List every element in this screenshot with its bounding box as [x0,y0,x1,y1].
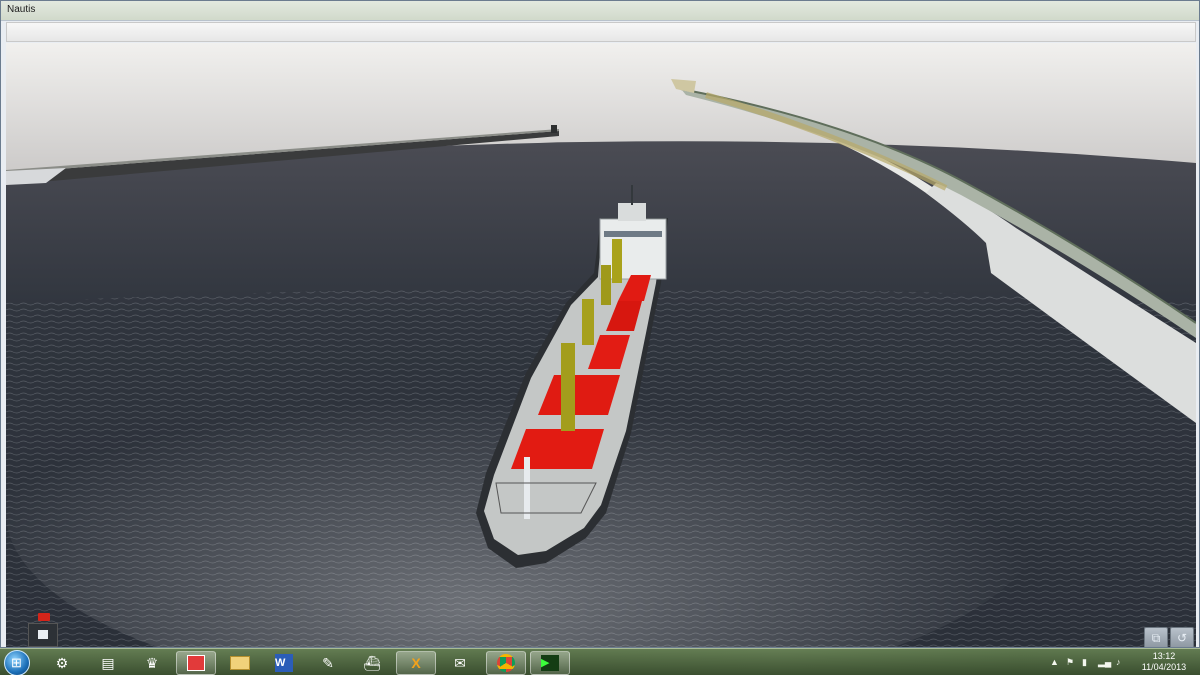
folder-icon[interactable] [220,651,260,675]
hud-left-controls [16,613,246,647]
crane [582,299,594,345]
crane [612,239,622,283]
scene-render [6,43,1196,647]
clock[interactable]: 13:12 11/04/2013 [1134,651,1194,673]
document-icon[interactable]: ▤ [88,651,128,675]
menu-bar [6,22,1196,42]
crane [601,265,611,305]
ship-app-icon[interactable]: ⛴ [352,651,392,675]
x-app-icon[interactable]: X [396,651,436,675]
fore-mast [524,457,530,519]
3d-viewport[interactable]: ⧉ ↺ ▭ ✳ ☺ ▬ ● ➶ ⊘ [6,43,1196,647]
power-icon[interactable]: ▮ [1082,657,1087,668]
clock-time: 13:12 [1152,651,1176,661]
rotate-icon[interactable]: ↺ [1170,627,1194,647]
start-button[interactable]: ⊞ [4,650,30,675]
settings-gear-icon[interactable]: ⚙ [42,651,82,675]
hud-right-toolbar: ⧉ ↺ ▭ ✳ ☺ ▬ ● ➶ ⊘ [1014,627,1196,647]
notepad-icon[interactable]: ✎ [308,651,348,675]
player-icon[interactable]: ▶ [530,651,570,675]
bird-app-icon[interactable]: ✉ [440,651,480,675]
crest-icon[interactable]: ♛ [132,651,172,675]
action-center-icon[interactable]: ⚑ [1066,657,1074,668]
chart-app-icon[interactable] [176,651,216,675]
title-bar[interactable]: Nautis [1,1,1199,21]
volume-icon[interactable]: ♪ [1116,657,1121,667]
taskbar: ⊞ ⚙ ▤ ♛ W ✎ ⛴ X ✉ ▶ ▲ ⚑ ▮ ▂▄ ♪ 13:12 11/… [0,648,1200,675]
windows-logo-icon: ⊞ [11,655,22,670]
network-icon[interactable]: ▂▄ [1098,657,1111,668]
clock-date: 11/04/2013 [1141,662,1187,672]
crane [561,343,575,431]
red-light-icon [38,613,50,621]
chrome-icon[interactable] [486,651,526,675]
show-hidden-icons-icon[interactable]: ▲ [1050,657,1059,667]
nautis-window: Nautis ⧉ ↺ [0,0,1200,648]
window-title: Nautis [7,4,36,15]
engine-telegraph-icon[interactable] [28,623,58,647]
breakwater-light [551,125,557,133]
camera-icon[interactable]: ⧉ [1144,627,1168,647]
word-icon[interactable]: W [264,651,304,675]
